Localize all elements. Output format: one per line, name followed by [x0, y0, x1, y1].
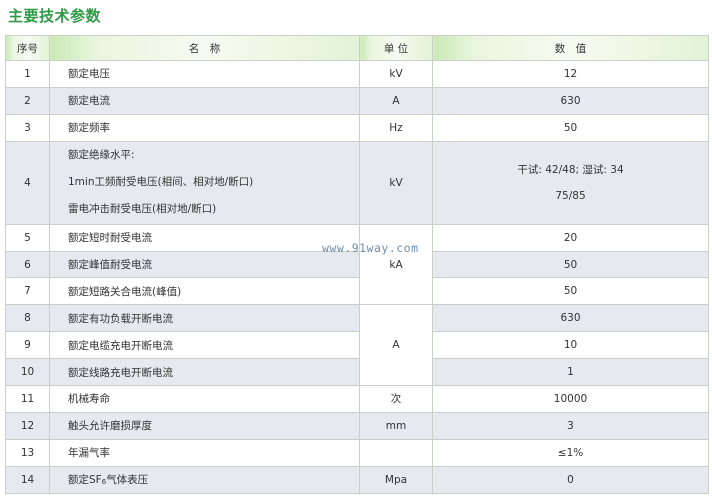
table-row: 14 额定SF6气体表压 Mpa 0 [5, 465, 709, 494]
row-name: 额定电缆充电开断电流 [49, 331, 360, 360]
table-header-row: 序号 名 称 单 位 数 值 [5, 35, 709, 61]
table-row: 12 触头允许磨损厚度 mm 3 [5, 411, 709, 440]
row-value: 干试: 42/48; 湿试: 34 75/85 [432, 140, 709, 225]
table-row: 10 额定线路充电开断电流 1 [5, 358, 709, 387]
table-row: 13 年漏气率 ≤1% [5, 438, 709, 467]
row-value: ≤1% [432, 438, 709, 467]
row-unit: Hz [359, 113, 433, 142]
row-unit: mm [359, 411, 433, 440]
table-row: 11 机械寿命 次 10000 [5, 385, 709, 413]
row-name: 额定绝缘水平: 1min工频耐受电压(相间、相对地/断口) 雷电冲击耐受电压(相… [49, 140, 360, 225]
row-idx: 13 [5, 438, 50, 467]
table-row: 9 额定电缆充电开断电流 10 [5, 331, 709, 360]
header-name: 名 称 [49, 35, 360, 61]
row-value: 12 [432, 60, 709, 88]
row-unit: Mpa [359, 465, 433, 494]
row-value-line: 干试: 42/48; 湿试: 34 [517, 163, 624, 176]
row-idx: 14 [5, 465, 50, 494]
table-row: 7 额定短路关合电流(峰值) 50 [5, 277, 709, 306]
row-name: 额定有功负载开断电流 [49, 304, 360, 333]
row-unit: kV [359, 140, 433, 225]
row-idx: 1 [5, 60, 50, 88]
row-idx: 3 [5, 113, 50, 142]
page-title: 主要技术参数 [8, 7, 102, 25]
row-name-line: 雷电冲击耐受电压(相对地/断口) [68, 203, 217, 216]
row-unit: A [359, 86, 433, 115]
row-idx: 2 [5, 86, 50, 115]
row-unit: 次 [359, 385, 433, 413]
table-row: 1 额定电压 kV 12 [5, 60, 709, 88]
row-name: 额定频率 [49, 113, 360, 142]
row-name-line: 额定绝缘水平: [68, 149, 135, 162]
row-unit-merged: A [359, 304, 433, 387]
table-row: 6 额定峰值耐受电流 50 [5, 250, 709, 279]
row-value: 3 [432, 411, 709, 440]
row-idx: 8 [5, 304, 50, 333]
row-name: 机械寿命 [49, 385, 360, 413]
row-idx: 10 [5, 358, 50, 387]
row-value-line: 75/85 [555, 189, 586, 202]
table-row: 2 额定电流 A 630 [5, 86, 709, 115]
row-value: 1 [432, 358, 709, 387]
table-row: 4 额定绝缘水平: 1min工频耐受电压(相间、相对地/断口) 雷电冲击耐受电压… [5, 140, 709, 225]
tech-params-table: 序号 名 称 单 位 数 值 1 额定电压 kV 12 2 额定电流 A 630… [5, 35, 709, 494]
table-row: 8 额定有功负载开断电流 A 630 [5, 304, 709, 387]
watermark-text: www.91way.com [322, 241, 419, 255]
row-name: 额定短时耐受电流 [49, 223, 360, 252]
row-idx: 4 [5, 140, 50, 225]
row-name: 年漏气率 [49, 438, 360, 467]
row-name: 额定电流 [49, 86, 360, 115]
row-name: 额定电压 [49, 60, 360, 88]
row-unit [359, 438, 433, 467]
row-idx: 7 [5, 277, 50, 306]
row-value: 10 [432, 331, 709, 360]
header-unit: 单 位 [359, 35, 433, 61]
row-idx: 9 [5, 331, 50, 360]
row-name: 额定SF6气体表压 [49, 465, 360, 494]
row-value: 0 [432, 465, 709, 494]
row-value: 20 [432, 223, 709, 252]
row-unit-merged: kA [359, 223, 433, 306]
header-idx: 序号 [5, 35, 50, 61]
row-name-part: 气体表压 [106, 474, 149, 487]
row-value: 50 [432, 113, 709, 142]
row-unit: kV [359, 60, 433, 88]
row-name-line: 1min工频耐受电压(相间、相对地/断口) [68, 176, 254, 189]
row-name-part: 额定SF [68, 474, 102, 487]
row-name: 额定线路充电开断电流 [49, 358, 360, 387]
row-value: 50 [432, 250, 709, 279]
row-value: 630 [432, 86, 709, 115]
row-idx: 11 [5, 385, 50, 413]
row-value: 630 [432, 304, 709, 333]
row-value: 10000 [432, 385, 709, 413]
row-idx: 5 [5, 223, 50, 252]
row-name: 额定短路关合电流(峰值) [49, 277, 360, 306]
row-idx: 6 [5, 250, 50, 279]
row-name: 触头允许磨损厚度 [49, 411, 360, 440]
header-value: 数 值 [432, 35, 709, 61]
row-idx: 12 [5, 411, 50, 440]
table-row: 3 额定频率 Hz 50 [5, 113, 709, 142]
row-name: 额定峰值耐受电流 [49, 250, 360, 279]
row-value: 50 [432, 277, 709, 306]
